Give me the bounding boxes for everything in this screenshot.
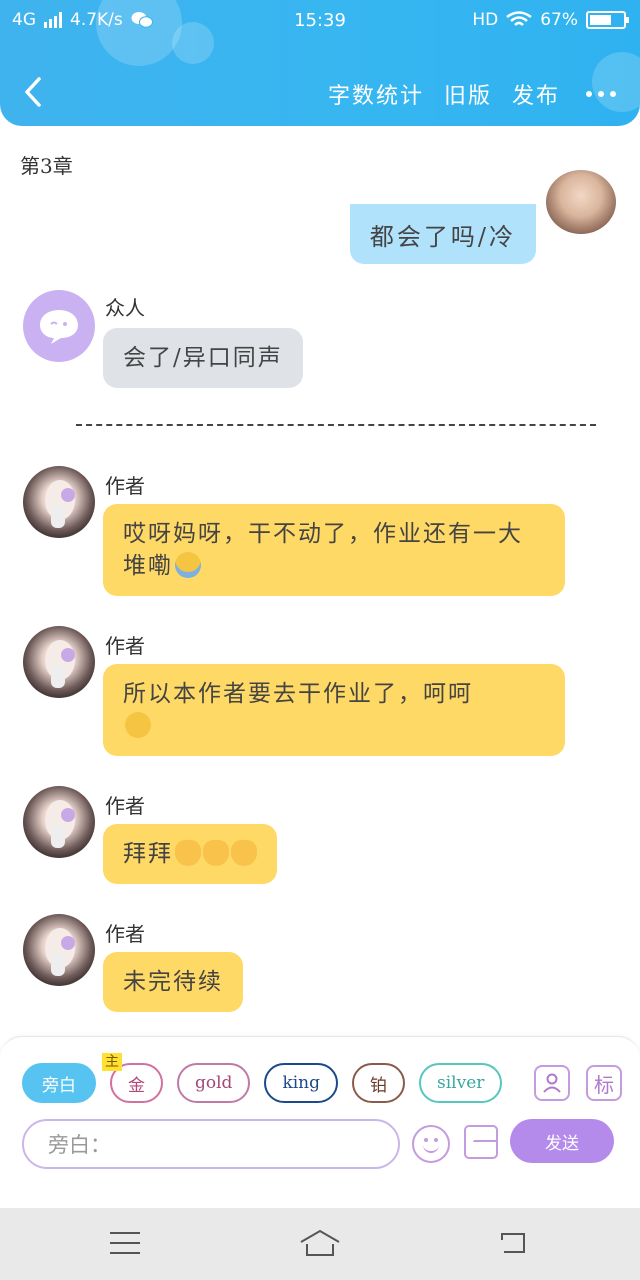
author-name: 作者 xyxy=(105,794,145,818)
nav-bar: 字数统计 旧版 发布 xyxy=(0,62,640,122)
author-message-bubble[interactable]: 拜拜 xyxy=(103,824,277,884)
screaming-face-icon xyxy=(175,552,201,578)
old-version-button[interactable]: 旧版 xyxy=(444,78,492,110)
more-icon[interactable] xyxy=(586,91,616,97)
chat-bubble-face-icon xyxy=(40,310,78,344)
battery-percent: 67% xyxy=(540,10,578,30)
send-button[interactable]: 发送 xyxy=(510,1119,614,1163)
author-avatar[interactable] xyxy=(23,466,95,538)
author-message-bubble[interactable]: 未完待续 xyxy=(103,952,243,1012)
role-tag-bo[interactable]: 铂 xyxy=(352,1063,406,1103)
role-tag-silver[interactable]: silver xyxy=(419,1063,503,1103)
main-badge: 主 xyxy=(102,1053,122,1071)
crowd-name: 众人 xyxy=(105,296,145,320)
scene-divider xyxy=(76,424,596,426)
add-role-icon[interactable] xyxy=(534,1065,570,1101)
menu-icon[interactable] xyxy=(110,1232,140,1254)
crowd-message-bubble[interactable]: 会了/异口同声 xyxy=(103,328,303,388)
back-arrow-icon[interactable] xyxy=(22,76,44,108)
tag-mark-icon[interactable]: 标 xyxy=(586,1065,622,1101)
word-count-button[interactable]: 字数统计 xyxy=(328,78,424,110)
author-message-bubble[interactable]: 所以本作者要去干作业了，呵呵 xyxy=(103,664,565,756)
author-name: 作者 xyxy=(105,634,145,658)
person-icon xyxy=(543,1073,561,1093)
waving-hand-icon xyxy=(231,840,257,866)
top-header: 4G 4.7K/s 15:39 HD 67% 字数统计 旧版 发布 xyxy=(0,0,640,126)
author-name: 作者 xyxy=(105,922,145,946)
crowd-avatar[interactable] xyxy=(23,290,95,362)
role-tag-jin[interactable]: 主 金 xyxy=(102,1053,163,1103)
role-tag-narration[interactable]: 旁白 xyxy=(22,1063,96,1103)
author-avatar[interactable] xyxy=(23,914,95,986)
back-icon[interactable] xyxy=(498,1230,530,1256)
crowd-message-text: 会了/异口同声 xyxy=(123,345,283,371)
role-tag-king[interactable]: king xyxy=(264,1063,339,1103)
message-input[interactable]: 旁白： xyxy=(22,1119,400,1169)
author-message-text: 拜拜 xyxy=(123,841,173,867)
hd-indicator: HD xyxy=(472,10,499,30)
author-message-bubble[interactable]: 哎呀妈呀，干不动了，作业还有一大堆嘞 xyxy=(103,504,565,596)
author-avatar[interactable] xyxy=(23,626,95,698)
waving-hand-icon xyxy=(175,840,201,866)
emoji-icon[interactable] xyxy=(412,1125,450,1163)
waving-hand-icon xyxy=(203,840,229,866)
self-avatar[interactable] xyxy=(546,170,616,234)
system-nav-bar xyxy=(0,1208,640,1280)
author-name: 作者 xyxy=(105,474,145,498)
upside-down-face-icon xyxy=(125,712,151,738)
author-message-text: 未完待续 xyxy=(123,969,223,995)
role-tag-gold[interactable]: gold xyxy=(177,1063,251,1103)
composer-panel: 旁白 主 金 gold king 铂 silver 标 旁白： 发送 xyxy=(0,1036,640,1208)
author-avatar[interactable] xyxy=(23,786,95,858)
author-message-text: 所以本作者要去干作业了，呵呵 xyxy=(123,681,473,707)
wifi-icon xyxy=(506,11,532,26)
status-bar: 4G 4.7K/s 15:39 HD 67% xyxy=(0,0,640,42)
publish-button[interactable]: 发布 xyxy=(512,78,560,110)
role-tag-jin-label: 金 xyxy=(128,1075,145,1096)
home-icon[interactable] xyxy=(298,1228,342,1258)
chapter-title: 第3章 xyxy=(20,154,73,178)
image-icon[interactable] xyxy=(464,1125,498,1159)
battery-icon xyxy=(586,11,629,29)
role-tags: 旁白 主 金 gold king 铂 silver xyxy=(22,1053,503,1103)
self-message-bubble[interactable]: 都会了吗/冷 xyxy=(349,204,536,264)
